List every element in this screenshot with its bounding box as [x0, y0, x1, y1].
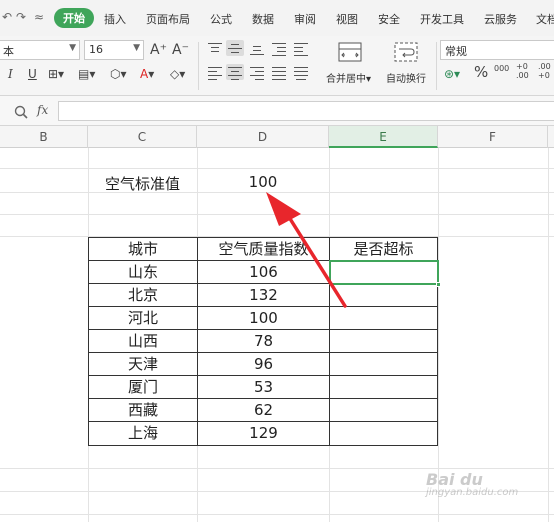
city-cell[interactable]: 北京: [89, 284, 197, 307]
exceeds-cell[interactable]: [330, 307, 437, 330]
formula-bar: fx: [0, 96, 554, 126]
aqi-cell[interactable]: 106: [198, 261, 329, 284]
standard-value[interactable]: 100: [197, 173, 329, 191]
merge-center-label: 合并居中▾: [326, 74, 372, 85]
tab-developer[interactable]: 开发工具: [420, 11, 464, 27]
menu-bar: ↶ ↷ ≈ 开始 插入 页面布局 公式 数据 审阅 视图 安全 开发工具 云服务…: [0, 0, 554, 36]
exceeds-cell[interactable]: [330, 399, 437, 422]
customize-quick-access-icon[interactable]: ≈: [34, 10, 44, 24]
table-header-aqi[interactable]: 空气质量指数: [198, 238, 329, 261]
align-left-icon[interactable]: [206, 64, 224, 80]
city-cell[interactable]: 山西: [89, 330, 197, 353]
tab-review[interactable]: 审阅: [294, 11, 316, 27]
number-format-value: 常规: [445, 45, 467, 58]
align-top-icon[interactable]: [206, 40, 224, 56]
column-header-e[interactable]: E: [329, 126, 438, 148]
column-header-c[interactable]: C: [88, 126, 197, 148]
chevron-down-icon: ▼: [69, 43, 76, 53]
active-cell-selection[interactable]: [329, 260, 441, 287]
city-cell[interactable]: 西藏: [89, 399, 197, 422]
clear-format-icon[interactable]: ◇▾: [170, 66, 185, 82]
tab-home[interactable]: 开始: [54, 8, 94, 28]
exceeds-cell[interactable]: [330, 376, 437, 399]
align-bottom-icon[interactable]: [248, 40, 266, 56]
redo-icon[interactable]: ↷: [16, 10, 26, 24]
font-name-value: 本: [3, 45, 14, 58]
font-name-select[interactable]: 本 ▼: [0, 40, 80, 60]
merge-cells-icon: [338, 42, 362, 62]
italic-button[interactable]: I: [8, 66, 13, 82]
increase-indent-icon[interactable]: [292, 40, 310, 56]
watermark-subtext: jingyan.baidu.com: [426, 487, 519, 498]
baidu-watermark-logo: Bai du jingyan.baidu.com: [426, 470, 518, 498]
ribbon-separator: [436, 42, 437, 90]
tab-document[interactable]: 文档: [536, 11, 554, 27]
standard-label[interactable]: 空气标准值: [88, 173, 197, 194]
aqi-cell[interactable]: 100: [198, 307, 329, 330]
city-cell[interactable]: 河北: [89, 307, 197, 330]
exceeds-cell[interactable]: [330, 330, 437, 353]
shrink-font-button[interactable]: A⁻: [172, 42, 189, 58]
font-size-value: 16: [89, 43, 103, 56]
wrap-text-label: 自动换行: [386, 74, 426, 85]
fill-color-icon[interactable]: ▤▾: [78, 66, 95, 82]
chevron-down-icon: ▼: [133, 43, 140, 53]
align-center-icon[interactable]: [226, 64, 244, 80]
column-header-f[interactable]: F: [438, 126, 548, 148]
tab-view[interactable]: 视图: [336, 11, 358, 27]
exceeds-cell[interactable]: [330, 284, 437, 307]
aqi-cell[interactable]: 78: [198, 330, 329, 353]
sheet-grid[interactable]: 空气标准值 100 城市 空气质量指数 是否超标 山东 106 北京 132 河…: [0, 148, 554, 522]
ribbon: 本 ▼ 16 ▼ A⁺ A⁻ I U ⊞▾ ▤▾ ⬡▾ A▾ ◇▾ 合并居中▾ …: [0, 36, 554, 96]
cell-color-icon[interactable]: ⬡▾: [110, 66, 127, 82]
exceeds-cell[interactable]: [330, 422, 437, 445]
align-middle-icon[interactable]: [226, 40, 244, 56]
align-right-icon[interactable]: [248, 64, 266, 80]
aqi-cell[interactable]: 132: [198, 284, 329, 307]
wrap-text-button[interactable]: 自动换行: [382, 40, 432, 92]
underline-button[interactable]: U: [28, 66, 37, 82]
tab-data[interactable]: 数据: [252, 11, 274, 27]
aqi-cell[interactable]: 53: [198, 376, 329, 399]
aqi-cell[interactable]: 129: [198, 422, 329, 445]
font-size-select[interactable]: 16 ▼: [84, 40, 144, 60]
currency-icon[interactable]: ⊛▾: [444, 66, 460, 82]
aqi-cell[interactable]: 62: [198, 399, 329, 422]
column-header-b[interactable]: B: [0, 126, 88, 148]
fx-icon[interactable]: fx: [37, 103, 48, 117]
column-header-d[interactable]: D: [197, 126, 329, 148]
city-cell[interactable]: 山东: [89, 261, 197, 284]
column-header-bar: B C D E F: [0, 126, 554, 148]
decrease-decimal-button[interactable]: .00 +0: [538, 62, 554, 80]
tab-insert[interactable]: 插入: [104, 11, 126, 27]
increase-decimal-button[interactable]: +0 .00: [516, 62, 532, 80]
thousands-separator-button[interactable]: 000: [494, 64, 509, 73]
tab-cloud-service[interactable]: 云服务: [484, 11, 517, 27]
city-cell[interactable]: 厦门: [89, 376, 197, 399]
justify-icon[interactable]: [270, 64, 288, 80]
fill-handle[interactable]: [436, 282, 441, 287]
grow-font-button[interactable]: A⁺: [150, 42, 167, 58]
exceeds-cell[interactable]: [330, 353, 437, 376]
tab-formulas[interactable]: 公式: [210, 11, 232, 27]
undo-icon[interactable]: ↶: [2, 10, 12, 24]
city-cell[interactable]: 天津: [89, 353, 197, 376]
wrap-text-icon: [394, 42, 418, 62]
zoom-search-icon[interactable]: [14, 105, 28, 119]
percent-button[interactable]: %: [474, 64, 488, 80]
aqi-cell[interactable]: 96: [198, 353, 329, 376]
formula-input[interactable]: [58, 101, 554, 121]
number-format-select[interactable]: 常规: [440, 40, 554, 60]
merge-center-button[interactable]: 合并居中▾: [322, 40, 378, 92]
decrease-indent-icon[interactable]: [270, 40, 288, 56]
font-color-icon[interactable]: A▾: [140, 66, 154, 82]
tab-security[interactable]: 安全: [378, 11, 400, 27]
tab-page-layout[interactable]: 页面布局: [146, 11, 190, 27]
table-header-exceeds[interactable]: 是否超标: [330, 238, 437, 261]
ribbon-separator: [198, 42, 199, 90]
border-icon[interactable]: ⊞▾: [48, 66, 64, 82]
city-cell[interactable]: 上海: [89, 422, 197, 445]
table-header-city[interactable]: 城市: [89, 238, 197, 261]
distributed-align-icon[interactable]: [292, 64, 310, 80]
